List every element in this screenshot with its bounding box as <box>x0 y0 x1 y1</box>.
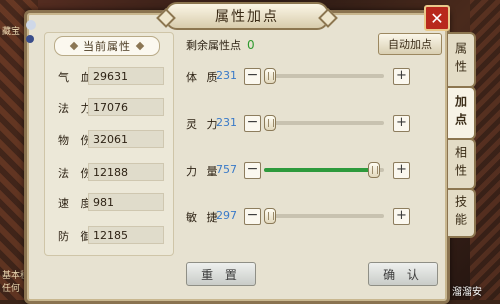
stat-value: 17076 <box>88 98 164 116</box>
remaining-points-label: 剩余属性点 <box>186 39 241 52</box>
stat-row-speed: 速 度 981 <box>52 193 166 211</box>
stat-value: 29631 <box>88 67 164 85</box>
background-text: 任何 <box>2 284 21 294</box>
slider-fill <box>264 168 374 172</box>
stat-value: 12188 <box>88 163 164 181</box>
attribute-row-spirit: 灵 力 231 − + <box>186 114 416 132</box>
confirm-button[interactable]: 确 认 <box>368 262 438 286</box>
stat-row-physical-damage: 物 伤 32061 <box>52 130 166 148</box>
diamond-icon <box>135 41 145 51</box>
auto-allocate-button[interactable]: 自动加点 <box>378 33 442 55</box>
attribute-value: 297 <box>216 209 237 222</box>
tab-affinity[interactable]: 相性 <box>448 138 476 190</box>
remaining-points-value: 0 <box>247 38 255 52</box>
window-title-text: 属性加点 <box>215 9 279 25</box>
attribute-slider[interactable] <box>264 115 384 131</box>
decrease-button[interactable]: − <box>244 68 261 85</box>
stat-value: 32061 <box>88 130 164 148</box>
attribute-value: 231 <box>216 116 237 129</box>
diamond-icon <box>69 41 79 51</box>
stat-row-hp: 气 血 29631 <box>52 67 166 85</box>
stat-row-defense: 防 御 12185 <box>52 226 166 244</box>
attribute-row-constitution: 体 质 231 − + <box>186 67 416 85</box>
reset-button[interactable]: 重 置 <box>186 262 256 286</box>
current-attributes-title: 当前属性 <box>54 36 160 56</box>
attribute-value: 231 <box>216 69 237 82</box>
ornament-icon <box>26 20 36 30</box>
attribute-row-agility: 敏 捷 297 − + <box>186 207 416 225</box>
close-button[interactable]: ✕ <box>424 5 450 31</box>
slider-thumb[interactable] <box>264 208 276 224</box>
slider-thumb[interactable] <box>264 68 276 84</box>
decrease-button[interactable]: − <box>244 208 261 225</box>
remaining-points: 剩余属性点 0 <box>186 37 255 53</box>
attribute-slider[interactable] <box>264 162 384 178</box>
increase-button[interactable]: + <box>393 115 410 132</box>
increase-button[interactable]: + <box>393 68 410 85</box>
slider-thumb[interactable] <box>368 162 380 178</box>
ornament-icon <box>26 35 34 43</box>
stat-row-magic-damage: 法 伤 12188 <box>52 163 166 181</box>
attribute-slider[interactable] <box>264 68 384 84</box>
attribute-slider[interactable] <box>264 208 384 224</box>
decrease-button[interactable]: − <box>244 162 261 179</box>
watermark-logo: 溜溜安 <box>452 287 482 298</box>
attribute-row-strength: 力 量 757 − + <box>186 161 416 179</box>
stat-value: 981 <box>88 193 164 211</box>
tab-allocate[interactable]: 加点 <box>448 86 476 140</box>
tab-skills[interactable]: 技能 <box>448 188 476 238</box>
decrease-button[interactable]: − <box>244 115 261 132</box>
window-title: 属性加点 <box>156 2 338 30</box>
stat-value: 12185 <box>88 226 164 244</box>
close-icon: ✕ <box>430 8 444 28</box>
increase-button[interactable]: + <box>393 162 410 179</box>
stat-row-mana: 法 力 17076 <box>52 98 166 116</box>
tab-attributes[interactable]: 属性 <box>448 32 476 88</box>
background-text: 藏宝 <box>2 27 21 37</box>
slider-thumb[interactable] <box>264 115 276 131</box>
increase-button[interactable]: + <box>393 208 410 225</box>
attribute-value: 757 <box>216 163 237 176</box>
